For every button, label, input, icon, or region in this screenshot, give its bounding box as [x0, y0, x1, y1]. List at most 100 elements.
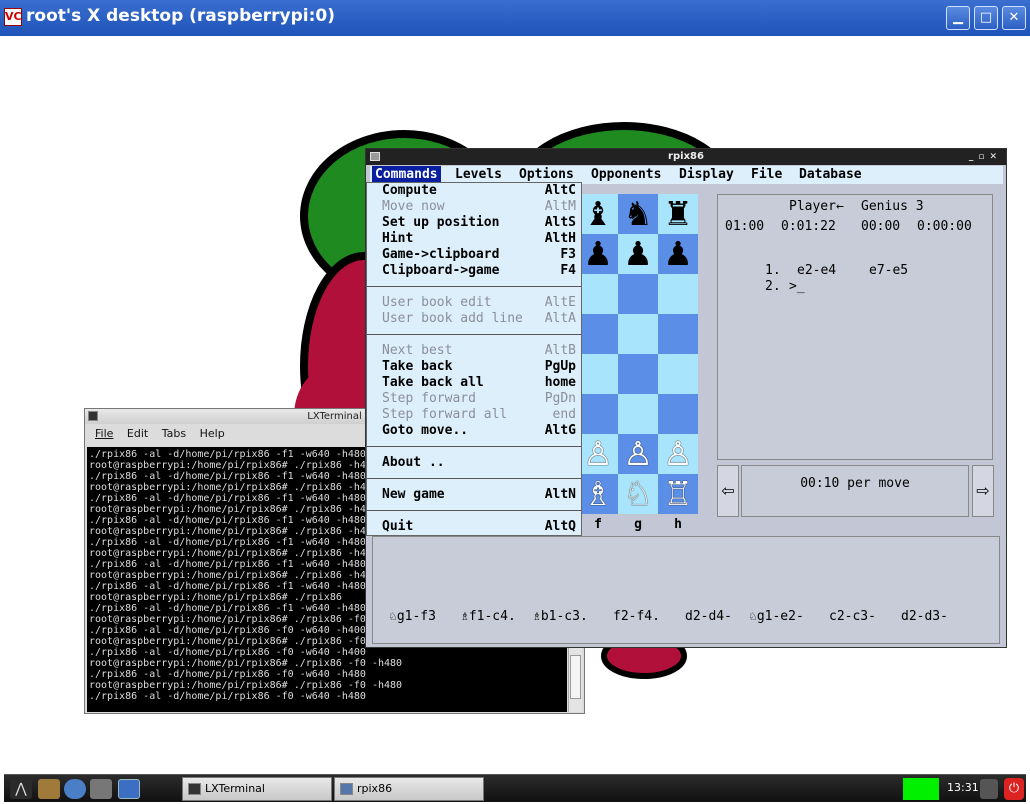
terminal-menu-tabs[interactable]: Tabs: [162, 427, 186, 440]
menu-file[interactable]: File: [748, 166, 785, 184]
scrollbar-thumb[interactable]: [570, 655, 581, 699]
close-icon: ✕: [1008, 10, 1020, 25]
menu-item-quit[interactable]: Quit AltQ: [382, 519, 576, 535]
black-knight-icon[interactable]: ♞: [618, 194, 658, 234]
menu-item-take-back[interactable]: Take back PgUp: [382, 359, 576, 375]
workspace-icon[interactable]: [90, 779, 112, 799]
desktop-switch-icon[interactable]: [118, 779, 140, 799]
board-square[interactable]: [578, 314, 618, 354]
board-square[interactable]: ♟: [618, 234, 658, 274]
board-square[interactable]: ♙: [578, 434, 618, 474]
board-square[interactable]: [658, 354, 698, 394]
black-pawn-icon[interactable]: ♟: [618, 234, 658, 274]
black-pawn-icon[interactable]: ♟: [658, 234, 698, 274]
menu-opponents[interactable]: Opponents: [588, 166, 664, 184]
menu-display[interactable]: Display: [676, 166, 737, 184]
board-square[interactable]: [618, 394, 658, 434]
black-bishop-icon[interactable]: ♝: [578, 194, 618, 234]
menu-item-new-game[interactable]: New game AltN: [382, 487, 576, 503]
terminal-icon: [188, 783, 201, 795]
arrow-left-icon: ⇦: [721, 481, 735, 500]
menu-item-label: About ..: [382, 455, 445, 470]
menu-item-label: Take back all: [382, 375, 484, 390]
move-number: 2.: [765, 279, 781, 294]
board-square[interactable]: ♝: [578, 194, 618, 234]
board-square[interactable]: [618, 314, 658, 354]
start-menu-icon[interactable]: ⋀: [10, 779, 32, 799]
board-square[interactable]: [618, 354, 658, 394]
remote-desktop[interactable]: LXTerminal File Edit Tabs Help ./rpix86 …: [4, 36, 1026, 774]
browser-icon[interactable]: [64, 779, 86, 799]
black-rook-icon[interactable]: ♜: [658, 194, 698, 234]
close-button[interactable]: ✕: [1002, 6, 1026, 30]
rpix86-title-bar[interactable]: rpix86 _▫✕: [366, 149, 1006, 165]
suggested-move: d2-d3-: [901, 609, 948, 624]
file-label-f: f: [594, 517, 602, 532]
board-square[interactable]: ♜: [658, 194, 698, 234]
menu-item-set-up-position[interactable]: Set up position AltS: [382, 215, 576, 231]
menu-item-user-book-edit: User book edit AltE: [382, 295, 576, 311]
window-controls[interactable]: _▫✕: [969, 149, 1002, 165]
board-square[interactable]: [658, 274, 698, 314]
task-rpix86[interactable]: rpix86: [334, 777, 484, 801]
suggested-move: d2-d4-: [685, 609, 732, 624]
white-pawn-icon[interactable]: ♙: [618, 434, 658, 474]
menu-item-clipboard-game[interactable]: Clipboard->game F4: [382, 263, 576, 279]
time-control-display: 00:10 per move: [741, 465, 969, 517]
board-square[interactable]: ♙: [618, 434, 658, 474]
menu-database[interactable]: Database: [796, 166, 865, 184]
menu-item-shortcut: AltC: [544, 183, 576, 198]
menu-item-label: Quit: [382, 519, 414, 534]
menu-item-game-clipboard[interactable]: Game->clipboard F3: [382, 247, 576, 263]
task-label: rpix86: [357, 782, 393, 795]
board-square[interactable]: [578, 274, 618, 314]
white-pawn-icon[interactable]: ♙: [578, 434, 618, 474]
white-knight-icon[interactable]: ♘: [618, 474, 658, 514]
board-square[interactable]: ♟: [578, 234, 618, 274]
maximize-icon: □: [979, 10, 993, 25]
menu-item-compute[interactable]: Compute AltC: [382, 183, 576, 199]
board-square[interactable]: [618, 274, 658, 314]
board-square[interactable]: ♙: [658, 434, 698, 474]
board-square[interactable]: ♘: [618, 474, 658, 514]
chess-board[interactable]: ♝ ♞ ♜ ♟ ♟ ♟ ♙ ♙ ♙ ♗ ♘ ♖: [578, 194, 706, 514]
board-square[interactable]: ♗: [578, 474, 618, 514]
terminal-menu-edit[interactable]: Edit: [127, 427, 148, 440]
board-square[interactable]: [578, 394, 618, 434]
terminal-menu-help[interactable]: Help: [200, 427, 225, 440]
move-input-cursor[interactable]: >_: [789, 279, 805, 294]
menu-item-about[interactable]: About ..: [382, 455, 576, 471]
board-square[interactable]: [578, 354, 618, 394]
board-square[interactable]: ♟: [658, 234, 698, 274]
board-square[interactable]: ♞: [618, 194, 658, 234]
menu-item-shortcut: AltE: [544, 295, 576, 310]
terminal-menu-file[interactable]: File: [95, 427, 113, 440]
board-square[interactable]: [658, 314, 698, 354]
vnc-title-bar[interactable]: VC root's X desktop (raspberrypi:0) ▁ □ …: [0, 0, 1030, 36]
white-bishop-icon[interactable]: ♗: [578, 474, 618, 514]
task-lxterminal[interactable]: LXTerminal: [182, 777, 332, 801]
menu-item-label: Step forward: [382, 391, 476, 406]
board-square[interactable]: ♖: [658, 474, 698, 514]
minimize-button[interactable]: ▁: [946, 6, 970, 30]
board-square[interactable]: [658, 394, 698, 434]
white-pawn-icon[interactable]: ♙: [658, 434, 698, 474]
lock-screen-icon[interactable]: [980, 779, 998, 799]
suggested-moves-panel: ♘g1-f3 ♗f1-c4. ♗b1-c3. f2-f4. d2-d4- ♘g1…: [372, 536, 1000, 644]
previous-button[interactable]: ⇦: [717, 465, 739, 517]
menu-item-take-back-all[interactable]: Take back all home: [382, 375, 576, 391]
file-manager-icon[interactable]: [38, 779, 60, 799]
next-button[interactable]: ⇨: [972, 465, 994, 517]
vnc-title: root's X desktop (raspberrypi:0): [26, 6, 336, 26]
menu-item-shortcut: AltN: [544, 487, 576, 502]
black-pawn-icon[interactable]: ♟: [578, 234, 618, 274]
menu-item-shortcut: AltH: [544, 231, 576, 246]
minimize-icon: ▁: [953, 10, 963, 25]
menu-item-hint[interactable]: Hint AltH: [382, 231, 576, 247]
white-rook-icon[interactable]: ♖: [658, 474, 698, 514]
maximize-button[interactable]: □: [974, 6, 998, 30]
menu-item-goto-move[interactable]: Goto move.. AltG: [382, 423, 576, 439]
power-icon[interactable]: ⏻: [1004, 778, 1024, 800]
vnc-logo-icon: VC: [4, 8, 22, 26]
